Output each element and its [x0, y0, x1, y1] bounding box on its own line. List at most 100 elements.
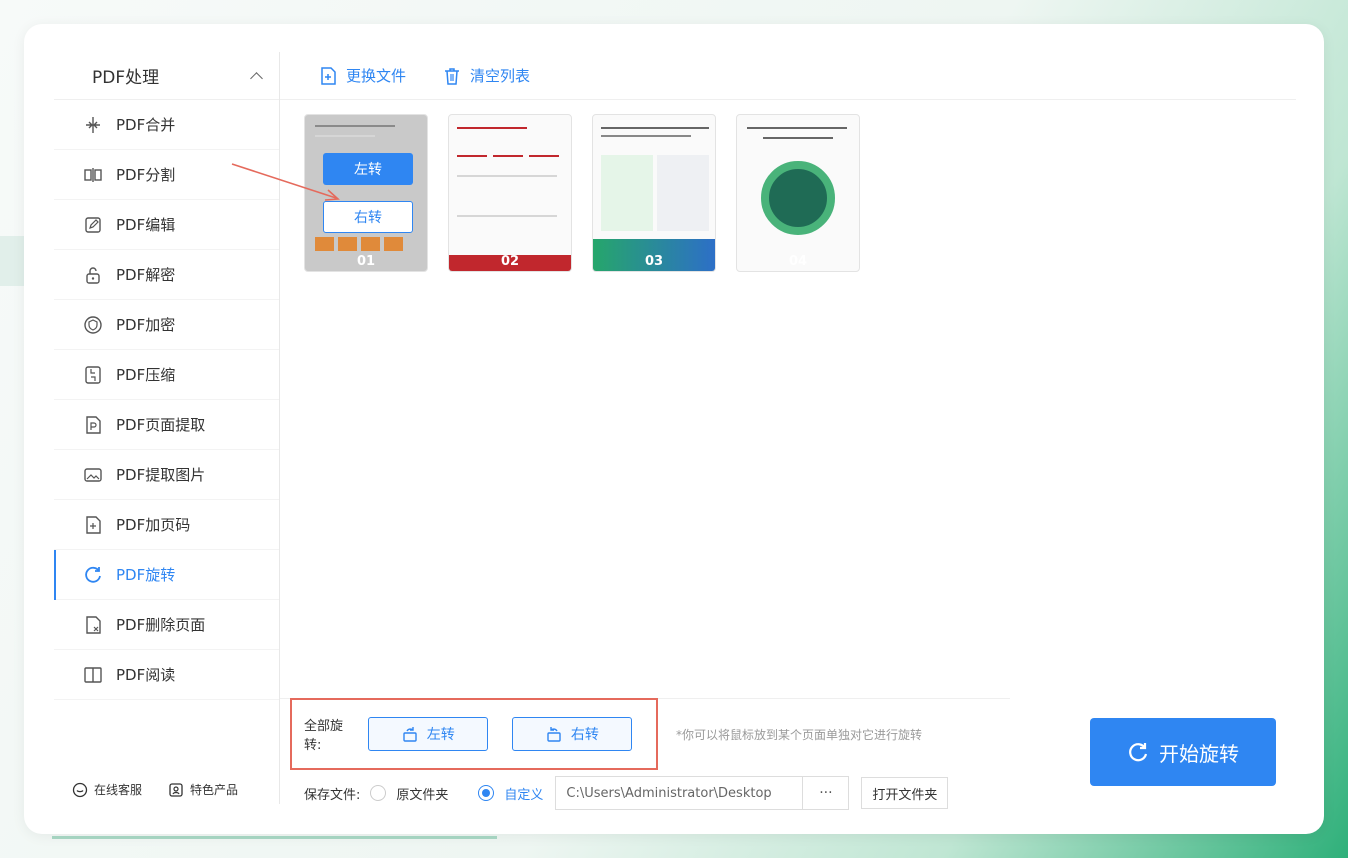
sidebar-title: PDF处理	[92, 68, 160, 88]
thumb-graphics	[601, 155, 653, 231]
thumb-text	[457, 155, 487, 157]
sidebar-item-merge[interactable]: PDF合并	[54, 100, 279, 150]
sidebar-item-label: PDF加页码	[116, 516, 191, 534]
thumb-text	[457, 127, 527, 129]
start-rotate-label: 开始旋转	[1159, 741, 1239, 766]
sidebar-item-label: PDF页面提取	[116, 416, 206, 434]
online-service-link[interactable]: 在线客服	[72, 781, 142, 798]
thumb-text	[315, 125, 395, 127]
sidebar-item-read[interactable]: PDF阅读	[54, 650, 279, 700]
rotate-all-right-label: 右转	[570, 727, 599, 743]
sidebar-item-page-extract[interactable]: PDF页面提取	[54, 400, 279, 450]
thumb-text	[601, 135, 691, 137]
rotate-icon	[82, 564, 104, 586]
sidebar-item-label: PDF提取图片	[116, 466, 206, 484]
online-service-label: 在线客服	[94, 783, 143, 797]
thumb-graphics	[315, 237, 403, 251]
custom-folder-label: 自定义	[504, 787, 544, 803]
page-number: 03	[644, 254, 664, 269]
rotate-all-group: 全部旋转: 左转 右转	[290, 698, 658, 770]
rotate-hint: *你可以将鼠标放到某个页面单独对它进行旋转	[676, 728, 923, 742]
sidebar-header[interactable]: PDF处理	[54, 52, 279, 100]
sidebar-item-label: PDF阅读	[116, 666, 176, 684]
thumb-graphics	[761, 161, 835, 235]
sidebar-item-label: PDF合并	[116, 116, 176, 134]
thumb-text	[457, 215, 557, 217]
sidebar-item-label: PDF分割	[116, 166, 176, 184]
page-number-icon	[82, 514, 104, 536]
sidebar-item-label: PDF删除页面	[116, 616, 206, 634]
sidebar-item-delete-page[interactable]: PDF删除页面	[54, 600, 279, 650]
start-rotate-button[interactable]: 开始旋转	[1090, 718, 1276, 786]
thumb-graphics	[657, 155, 709, 231]
thumb-text	[529, 155, 559, 157]
toolbar: 更换文件 清空列表	[280, 52, 1296, 100]
rotate-all-right-button[interactable]: 右转	[511, 717, 632, 751]
open-folder-button[interactable]: 打开文件夹	[861, 777, 949, 809]
sidebar-item-label: PDF解密	[116, 266, 176, 284]
sidebar-item-label: PDF压缩	[116, 366, 176, 384]
app-window: PDF处理 PDF合并 PDF分割 PDF编辑 PDF解密 PDF加密 PDF压…	[24, 24, 1324, 834]
original-folder-label: 原文件夹	[396, 787, 449, 803]
chat-icon	[72, 782, 88, 797]
delete-page-icon	[82, 614, 104, 636]
save-options: 保存文件: 原文件夹 自定义 C:\Users\Administrator\De…	[304, 776, 949, 810]
replace-file-label: 更换文件	[346, 67, 407, 85]
chevron-up-icon	[250, 71, 263, 85]
page-thumbnail[interactable]: 03	[592, 114, 716, 272]
rotate-all-left-label: 左转	[426, 727, 455, 743]
featured-products-label: 特色产品	[190, 783, 239, 797]
browse-button[interactable]: ···	[803, 776, 850, 810]
page-thumbnail[interactable]: 04	[736, 114, 860, 272]
unlock-icon	[82, 264, 104, 286]
thumb-text	[747, 127, 847, 129]
sidebar-item-encrypt[interactable]: PDF加密	[54, 300, 279, 350]
sidebar-item-label: PDF加密	[116, 316, 176, 334]
image-icon	[82, 464, 104, 486]
thumb-text	[763, 137, 833, 139]
sidebar-item-label: PDF旋转	[116, 566, 176, 584]
thumb-text	[601, 127, 709, 129]
thumb-text	[493, 155, 523, 157]
page-thumbnail[interactable]: 02	[448, 114, 572, 272]
save-label: 保存文件:	[304, 787, 361, 803]
page-number: 04	[788, 254, 808, 269]
save-path-field[interactable]: C:\Users\Administrator\Desktop	[555, 776, 804, 810]
rotate-all-label: 全部旋转:	[304, 719, 344, 753]
clear-list-button[interactable]: 清空列表	[442, 65, 530, 86]
thumb-text	[315, 135, 375, 137]
annotation-arrow	[231, 163, 340, 201]
sidebar-item-rotate[interactable]: PDF旋转	[54, 550, 279, 600]
compress-icon	[82, 364, 104, 386]
book-icon	[82, 664, 104, 686]
edit-icon	[82, 214, 104, 236]
replace-file-button[interactable]: 更换文件	[318, 65, 406, 86]
thumb-text	[457, 175, 557, 177]
page-number: 01	[356, 254, 376, 269]
background-line	[52, 836, 497, 839]
sidebar-item-label: PDF编辑	[116, 216, 176, 234]
trash-icon	[445, 67, 460, 85]
rotate-all-left-button[interactable]: 左转	[367, 717, 488, 751]
products-icon	[169, 782, 183, 797]
page-number: 02	[500, 254, 520, 269]
rotate-right-icon	[547, 727, 561, 742]
page-extract-icon	[82, 414, 104, 436]
main-panel: 更换文件 清空列表 左转 右转 01 02 03 04 全部旋转: 左转 右转 …	[231, 52, 1296, 810]
refresh-icon	[1129, 743, 1148, 762]
clear-list-label: 清空列表	[470, 67, 531, 85]
shield-icon	[82, 314, 104, 336]
sidebar-footer: 在线客服 特色产品	[72, 781, 238, 798]
sidebar-item-page-number[interactable]: PDF加页码	[54, 500, 279, 550]
custom-folder-radio[interactable]	[478, 785, 495, 801]
page-thumbnails: 左转 右转 01 02 03 04	[304, 114, 860, 272]
sidebar-item-extract-images[interactable]: PDF提取图片	[54, 450, 279, 500]
sidebar-item-compress[interactable]: PDF压缩	[54, 350, 279, 400]
original-folder-radio[interactable]	[370, 785, 387, 801]
rotate-left-icon	[403, 727, 417, 742]
split-icon	[82, 164, 104, 186]
add-file-icon	[321, 66, 336, 85]
featured-products-link[interactable]: 特色产品	[168, 781, 238, 798]
merge-icon	[82, 114, 104, 136]
sidebar-item-decrypt[interactable]: PDF解密	[54, 250, 279, 300]
